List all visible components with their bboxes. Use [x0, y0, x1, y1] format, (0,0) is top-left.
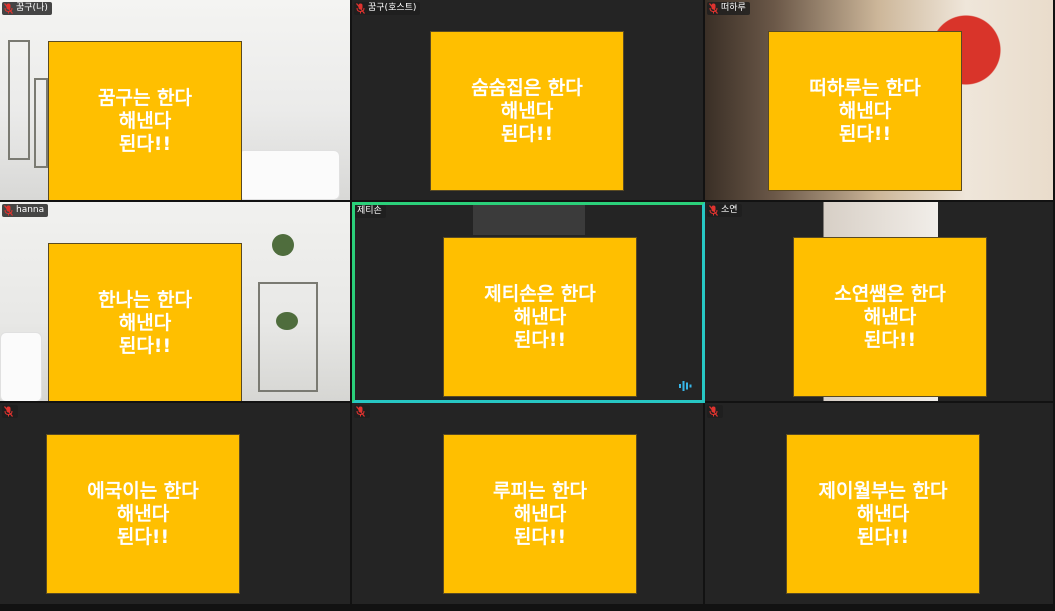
plant-decor: [272, 234, 294, 256]
card-line-1: 한나는 한다: [97, 288, 192, 311]
mic-muted-icon: [356, 406, 365, 417]
participant-name: 소연: [721, 205, 738, 215]
participant-tile-7[interactable]: 에국이는 한다 해낸다 된다!!: [0, 403, 352, 611]
card-line-1: 루피는 한다: [492, 479, 587, 502]
cheer-card: 꿈구는 한다 해낸다 된다!!: [48, 41, 242, 200]
participant-name-label: [354, 405, 370, 418]
card-line-1: 숨숨집은 한다: [471, 76, 583, 99]
cheer-card: 제티손은 한다 해낸다 된다!!: [443, 237, 637, 397]
participant-tile-9[interactable]: 제이월부는 한다 해낸다 된다!!: [705, 403, 1055, 611]
card-line-2: 해낸다: [116, 502, 170, 525]
mic-muted-icon: [4, 3, 13, 14]
card-line-3: 된다!!: [863, 328, 917, 351]
card-line-1: 소연쌤은 한다: [834, 282, 946, 305]
card-line-2: 해낸다: [513, 305, 567, 328]
shelf-decor: [34, 78, 48, 168]
card-line-2: 해낸다: [118, 311, 172, 334]
card-line-2: 해낸다: [856, 502, 910, 525]
audio-level-icon: [678, 378, 692, 392]
card-line-2: 해낸다: [118, 109, 172, 132]
participant-tile-hanna[interactable]: hanna 한나는 한다 해낸다 된다!!: [0, 202, 352, 403]
card-line-3: 된다!!: [838, 122, 892, 145]
card-line-3: 된다!!: [513, 328, 567, 351]
participant-name-label: 꿈구(호스트): [354, 2, 421, 15]
participant-tile-jetison[interactable]: 제티손 제티손은 한다 해낸다 된다!!: [352, 202, 705, 403]
participant-name: 꿈구(나): [16, 3, 48, 13]
participant-name: hanna: [16, 205, 45, 215]
card-line-1: 에국이는 한다: [87, 479, 199, 502]
participant-tile-8[interactable]: 루피는 한다 해낸다 된다!!: [352, 403, 705, 611]
participant-tile-ggumgu-host[interactable]: 꿈구(호스트) 숨숨집은 한다 해낸다 된다!!: [352, 0, 705, 202]
sofa-decor: [238, 150, 340, 200]
mic-muted-icon: [709, 3, 718, 14]
plant-decor: [276, 312, 298, 330]
card-line-1: 제이월부는 한다: [818, 479, 948, 502]
shelf-decor: [8, 40, 30, 160]
participant-tile-ggumgu-me[interactable]: 꿈구(나) 꿈구는 한다 해낸다 된다!!: [0, 0, 352, 202]
card-line-3: 된다!!: [513, 525, 567, 548]
card-line-2: 해낸다: [513, 502, 567, 525]
bottom-edge: [0, 604, 1055, 611]
participant-name-label: hanna: [2, 204, 49, 217]
cheer-card: 제이월부는 한다 해낸다 된다!!: [786, 434, 980, 594]
card-line-2: 해낸다: [838, 99, 892, 122]
card-line-1: 꿈구는 한다: [97, 86, 192, 109]
cheer-card: 소연쌤은 한다 해낸다 된다!!: [793, 237, 987, 397]
participant-tile-tteoharu[interactable]: 떠하루 떠하루는 한다 해낸다 된다!!: [705, 0, 1055, 202]
participant-name-label: 소연: [707, 204, 742, 217]
participant-name: 꿈구(호스트): [368, 3, 417, 13]
card-line-3: 된다!!: [500, 122, 554, 145]
card-line-3: 된다!!: [118, 132, 172, 155]
cheer-card: 숨숨집은 한다 해낸다 된다!!: [430, 31, 624, 191]
participant-name: 떠하루: [721, 3, 746, 13]
cheer-card: 떠하루는 한다 해낸다 된다!!: [768, 31, 962, 191]
mic-muted-icon: [356, 3, 365, 14]
shelf-decor: [258, 282, 318, 392]
cheer-card: 루피는 한다 해낸다 된다!!: [443, 434, 637, 594]
mic-muted-icon: [4, 205, 13, 216]
cheer-card: 한나는 한다 해낸다 된다!!: [48, 243, 242, 401]
participant-tile-soyeon[interactable]: 소연 소연쌤은 한다 해낸다 된다!!: [705, 202, 1055, 403]
sofa-decor: [0, 332, 42, 401]
card-line-2: 해낸다: [500, 99, 554, 122]
participant-name-label: [2, 405, 18, 418]
participant-name-label: 제티손: [355, 205, 386, 218]
participant-name: 제티손: [357, 206, 382, 216]
mic-muted-icon: [4, 406, 13, 417]
video-grid: 꿈구(나) 꿈구는 한다 해낸다 된다!! 꿈구(호스트) 숨숨집은 한다 해낸…: [0, 0, 1055, 611]
participant-name-label: [707, 405, 723, 418]
participant-name-label: 꿈구(나): [2, 2, 52, 15]
card-line-3: 된다!!: [856, 525, 910, 548]
participant-name-label: 떠하루: [707, 2, 750, 15]
card-line-3: 된다!!: [118, 334, 172, 357]
cheer-card: 에국이는 한다 해낸다 된다!!: [46, 434, 240, 594]
card-line-1: 제티손은 한다: [484, 282, 596, 305]
mic-muted-icon: [709, 406, 718, 417]
card-line-3: 된다!!: [116, 525, 170, 548]
mic-muted-icon: [709, 205, 718, 216]
card-line-1: 떠하루는 한다: [809, 76, 921, 99]
card-line-2: 해낸다: [863, 305, 917, 328]
video-feed-strip: [473, 205, 585, 235]
